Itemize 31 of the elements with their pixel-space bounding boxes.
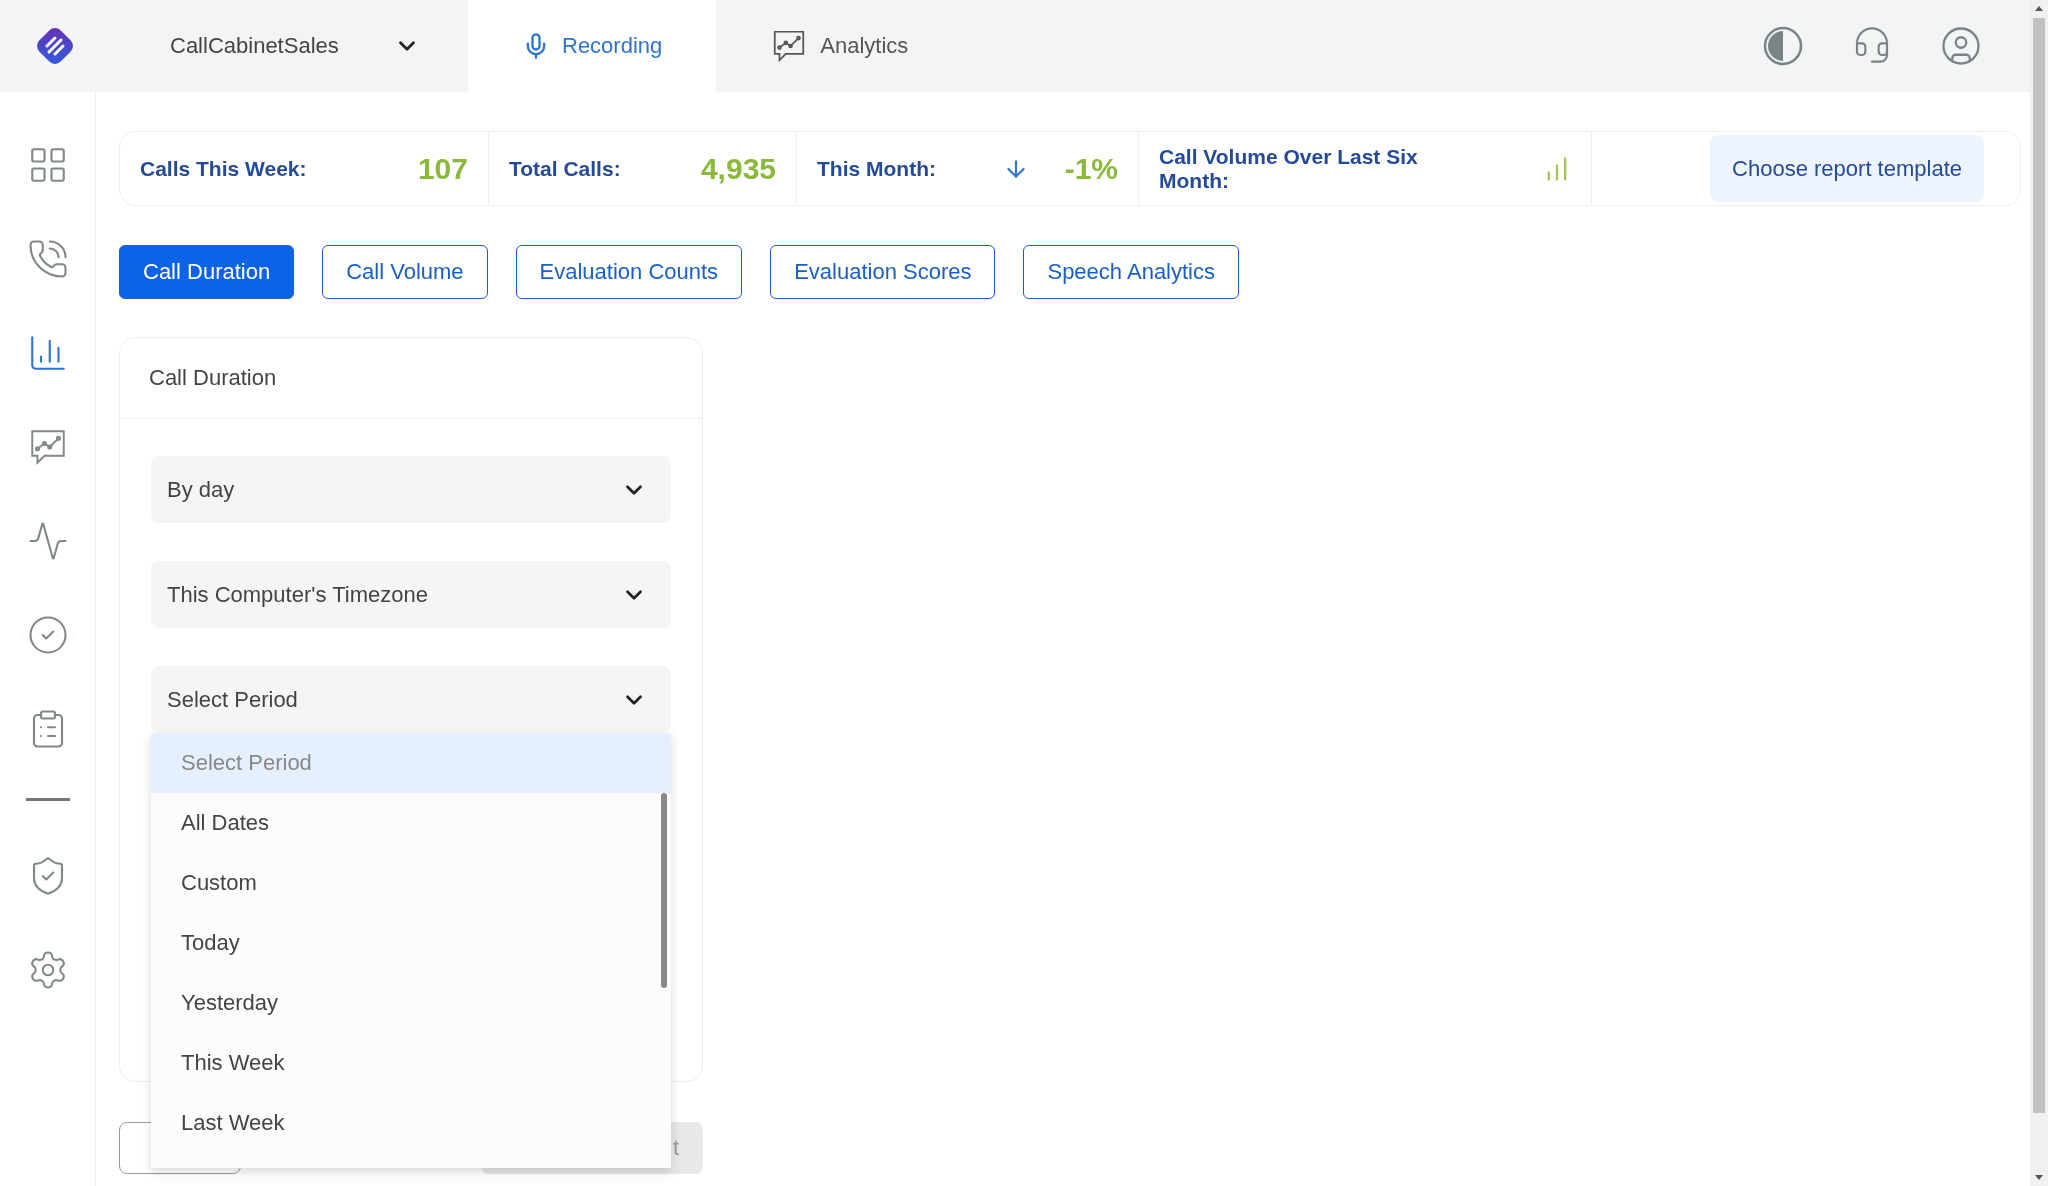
report-tab[interactable]: Evaluation Counts bbox=[515, 245, 743, 299]
dropdown-option[interactable]: This Week bbox=[151, 1033, 671, 1093]
stat-label: This Month: bbox=[817, 156, 936, 181]
workspace-dropdown[interactable]: CallCabinetSales bbox=[110, 0, 468, 92]
dropdown-option[interactable]: Last Week bbox=[151, 1093, 671, 1153]
select-field[interactable]: Select Period bbox=[151, 666, 671, 733]
stat-value: 4,935 bbox=[700, 151, 776, 186]
select-field[interactable]: By day bbox=[151, 456, 671, 523]
nav-tab[interactable]: Analytics bbox=[716, 0, 963, 92]
stat-value: 107 bbox=[417, 151, 468, 186]
dropdown-option[interactable]: Today bbox=[151, 913, 671, 973]
dropdown-option[interactable]: Custom bbox=[151, 853, 671, 913]
card-title: Call Duration bbox=[149, 365, 277, 391]
stat-label: Calls This Week: bbox=[140, 156, 307, 181]
stat-label: Total Calls: bbox=[509, 156, 621, 181]
report-tab[interactable]: Evaluation Scores bbox=[770, 245, 996, 299]
report-tab[interactable]: Speech Analytics bbox=[1023, 245, 1239, 299]
report-tab[interactable]: Call Volume bbox=[322, 245, 488, 299]
select-field[interactable]: This Computer's Timezone bbox=[151, 561, 671, 628]
nav-tab[interactable]: Recording bbox=[468, 0, 717, 92]
dropdown-option[interactable]: All Dates bbox=[151, 793, 671, 853]
check-circle-icon bbox=[26, 614, 69, 656]
stat-value: -1% bbox=[1064, 151, 1118, 186]
scrollbar-thumb[interactable] bbox=[661, 793, 667, 988]
phone-icon bbox=[26, 238, 69, 280]
choose-template-button[interactable]: Choose report template bbox=[1710, 135, 1984, 202]
user-icon[interactable] bbox=[1940, 25, 1982, 67]
report-tab[interactable]: Call Duration bbox=[119, 245, 295, 299]
stat-label: Call Volume Over Last Six Month: bbox=[1159, 144, 1419, 193]
dropdown-option[interactable]: Yesterday bbox=[151, 973, 671, 1033]
contrast-icon[interactable] bbox=[1762, 25, 1804, 67]
